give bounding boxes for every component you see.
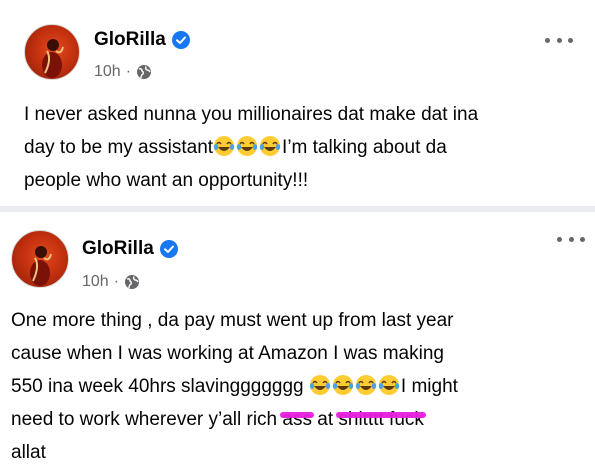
- avatar[interactable]: [11, 230, 69, 288]
- post-text-line: need to work wherever y’all rich ass at …: [11, 403, 458, 436]
- censored-word: shitttt fuck: [336, 403, 426, 436]
- text-fragment: day to be my assistant: [24, 137, 214, 158]
- tears-of-joy-emoji-icon: [378, 374, 400, 396]
- post-text-line: cause when I was working at Amazon I was…: [11, 343, 444, 364]
- text-fragment: I’m talking about da: [282, 137, 447, 158]
- post-text: One more thing , da pay must went up fro…: [11, 304, 458, 469]
- author-name[interactable]: GloRilla: [82, 238, 154, 260]
- tears-of-joy-emoji-icon: [213, 135, 235, 157]
- post-timestamp[interactable]: 10h: [82, 273, 109, 291]
- author-name[interactable]: GloRilla: [94, 29, 166, 51]
- post-meta: 10h ·: [94, 63, 152, 81]
- tears-of-joy-emoji-icon: [259, 135, 281, 157]
- more-options-icon[interactable]: [557, 233, 585, 245]
- post-text-line: I never asked nunna you millionaires dat…: [24, 104, 479, 125]
- post-2: GloRilla 10h · One more thing , da pay m…: [0, 212, 595, 464]
- avatar-image: [42, 39, 64, 78]
- author-row: GloRilla: [94, 29, 190, 51]
- post-text-line: One more thing , da pay must went up fro…: [11, 310, 454, 331]
- post-text-line: 550 ina week 40hrs slavinggggggg I might: [11, 370, 458, 403]
- post-text-line: day to be my assistant I’m talking about …: [24, 131, 478, 164]
- meta-separator: ·: [125, 63, 132, 80]
- globe-icon[interactable]: [124, 274, 140, 290]
- post-text-line: people who want an opportunity!!!: [24, 170, 309, 191]
- tears-of-joy-emoji-icon: [309, 374, 331, 396]
- post-timestamp[interactable]: 10h: [94, 63, 121, 81]
- tears-of-joy-emoji-icon: [332, 374, 354, 396]
- post-text-line: allat: [11, 442, 46, 463]
- tears-of-joy-emoji-icon: [355, 374, 377, 396]
- text-fragment: I might: [400, 376, 458, 397]
- verified-badge-icon: [159, 240, 178, 258]
- post-1: GloRilla 10h · I never asked nunna you m…: [0, 0, 595, 206]
- text-fragment: at: [311, 409, 339, 430]
- meta-separator: ·: [113, 273, 120, 290]
- verified-badge-icon: [171, 31, 190, 49]
- more-options-icon[interactable]: [545, 34, 573, 46]
- text-fragment: need to work wherever y’all rich: [11, 409, 283, 430]
- globe-icon[interactable]: [136, 64, 152, 80]
- censored-word: ass: [280, 403, 314, 436]
- avatar[interactable]: [24, 24, 80, 80]
- post-meta: 10h ·: [82, 273, 140, 291]
- author-row: GloRilla: [82, 238, 178, 260]
- avatar-image: [30, 246, 52, 286]
- post-text: I never asked nunna you millionaires dat…: [24, 98, 478, 197]
- tears-of-joy-emoji-icon: [236, 135, 258, 157]
- text-fragment: 550 ina week 40hrs slavinggggggg: [11, 376, 309, 397]
